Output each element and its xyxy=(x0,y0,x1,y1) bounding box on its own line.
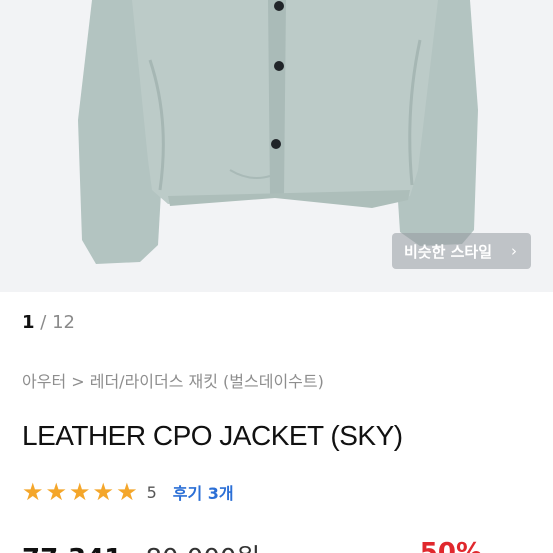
pager-current: 1 xyxy=(22,312,35,333)
star-rating: ★ ★ ★ ★ ★ xyxy=(22,480,138,504)
discount-rate: 50% xyxy=(419,538,482,553)
current-price: 77,341 xyxy=(22,544,122,553)
star-icon: ★ xyxy=(69,478,91,506)
pager-total: 12 xyxy=(52,312,75,333)
image-pager: 1 / 12 xyxy=(22,312,75,333)
star-icon: ★ xyxy=(45,478,68,506)
similar-style-button[interactable]: 비슷한 스타일 › xyxy=(392,233,531,269)
product-title: LEATHER CPO JACKET (SKY) xyxy=(22,420,403,451)
similar-style-label: 비슷한 스타일 xyxy=(404,242,493,261)
chevron-right-icon: › xyxy=(511,242,517,260)
rating-score: 5 xyxy=(146,482,157,502)
star-icon: ★ xyxy=(92,478,115,506)
star-icon: ★ xyxy=(116,478,138,506)
review-count-link[interactable]: 후기 3개 xyxy=(173,480,234,504)
price-row: 77,341 80,000원 50% xyxy=(22,538,542,553)
original-price: 80,000원 xyxy=(145,544,260,553)
breadcrumb[interactable]: 아우터 > 레더/라이더스 재킷 (벌스데이수트) xyxy=(22,368,324,392)
product-image[interactable]: 비슷한 스타일 › xyxy=(0,0,553,292)
star-icon: ★ xyxy=(22,478,44,506)
pager-separator: / xyxy=(40,312,47,333)
rating-row: ★ ★ ★ ★ ★ 5 후기 3개 xyxy=(22,479,234,505)
